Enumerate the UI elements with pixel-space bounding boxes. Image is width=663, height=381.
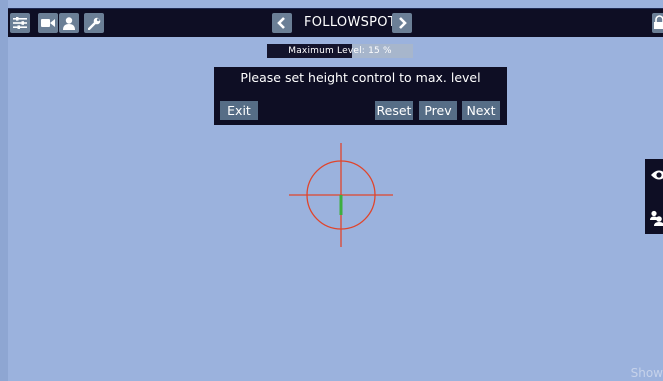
page-title: FOLLOWSPOT [304, 15, 397, 30]
video-camera-icon[interactable] [38, 13, 58, 33]
eye-icon[interactable] [651, 166, 663, 185]
side-panel [645, 159, 663, 234]
chevron-right-icon [399, 17, 407, 29]
prev-page-button[interactable] [272, 13, 292, 33]
dialog-message: Please set height control to max. level [240, 70, 481, 85]
maximum-level-bar: Maximum Level: 15 % [267, 44, 413, 58]
chevron-left-icon [277, 17, 285, 29]
top-toolbar: FOLLOWSPOT [8, 8, 663, 37]
lock-button[interactable] [652, 13, 663, 33]
person-icon[interactable] [59, 13, 79, 33]
window-frame [0, 0, 8, 381]
show-button[interactable]: Show [631, 366, 663, 380]
sliders-icon[interactable] [10, 13, 30, 33]
next-page-button[interactable] [392, 13, 412, 33]
wrench-icon[interactable] [84, 13, 104, 33]
people-icon[interactable] [650, 210, 663, 230]
lock-icon [654, 15, 663, 29]
reset-button[interactable]: Reset [375, 101, 413, 120]
prev-button[interactable]: Prev [419, 101, 457, 120]
calibration-dialog: Please set height control to max. level … [214, 67, 507, 125]
maximum-level-label: Maximum Level: 15 % [288, 46, 392, 56]
next-button[interactable]: Next [462, 101, 500, 120]
exit-button[interactable]: Exit [220, 101, 258, 120]
height-level-indicator [339, 195, 343, 215]
followspot-crosshair[interactable] [288, 143, 394, 249]
